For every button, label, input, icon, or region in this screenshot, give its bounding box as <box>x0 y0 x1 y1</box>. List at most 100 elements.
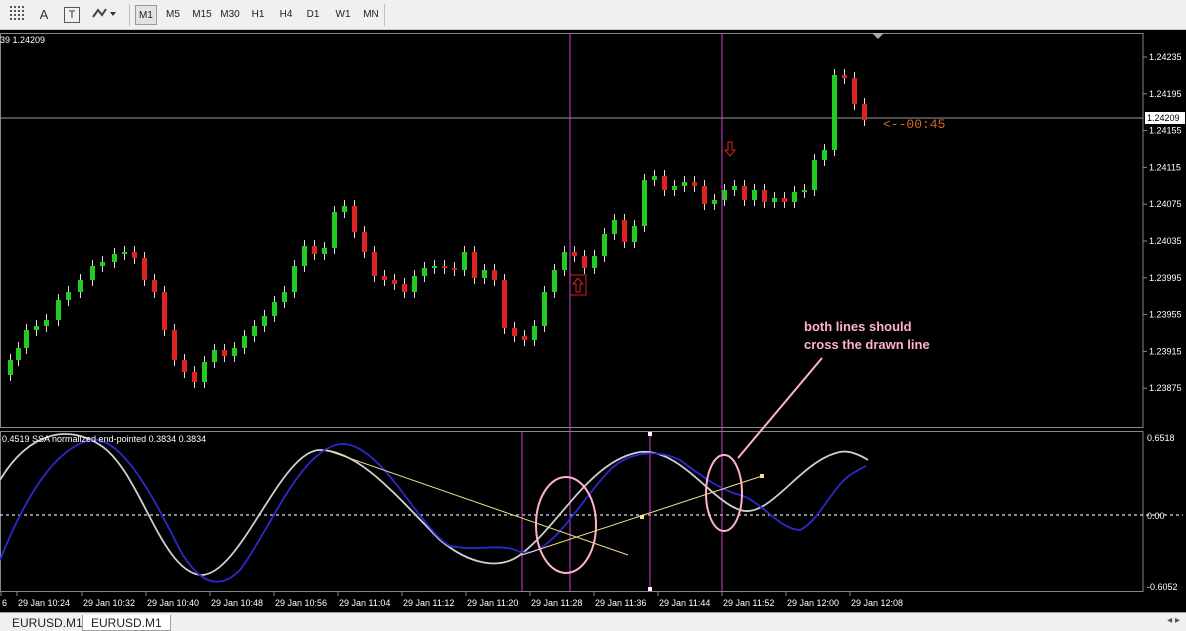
time-axis-label: 29 Jan 10:40 <box>147 598 199 608</box>
timeframe-m1-button[interactable]: M1 <box>135 5 157 25</box>
candle-body <box>78 280 83 292</box>
candle-body <box>422 268 427 276</box>
candle-body <box>382 276 387 280</box>
crosshair-grid-icon[interactable] <box>6 5 28 25</box>
candle-body <box>812 160 817 190</box>
chart-tab-2[interactable]: EURUSD.M1 <box>82 615 171 631</box>
candle-body <box>442 266 447 268</box>
candle-body <box>16 348 21 360</box>
time-axis-label: 29 Jan 11:52 <box>723 598 774 608</box>
trendline-handle <box>760 474 764 478</box>
candle-body <box>34 326 39 330</box>
candle-body <box>852 78 857 104</box>
toolbar-separator <box>384 4 385 26</box>
candle-body <box>262 316 267 326</box>
candle-body <box>362 232 367 252</box>
candle-body <box>742 186 747 200</box>
candle-body <box>752 190 757 200</box>
text-icon[interactable]: A <box>33 5 55 25</box>
chart-canvas[interactable]: 1.24235 1.24195 1.24155 1.24115 1.24075 1.240… <box>0 30 1186 612</box>
candle-body <box>342 206 347 212</box>
candle-body <box>432 266 437 268</box>
candle-body <box>522 336 527 340</box>
time-axis-label: 29 Jan 12:00 <box>787 598 839 608</box>
candle-body <box>692 182 697 186</box>
tab-scroll-arrows[interactable]: ◂ ▸ <box>1167 615 1180 626</box>
candle-body <box>532 326 537 340</box>
toolbar-separator <box>129 4 130 26</box>
main-plot-border <box>0 33 1144 428</box>
time-axis-label: 29 Jan 11:36 <box>595 598 646 608</box>
chart-tab-1[interactable]: EURUSD.M1 <box>4 615 91 631</box>
candle-body <box>512 328 517 336</box>
indicator-plot-border <box>0 431 1144 592</box>
candle-body <box>402 284 407 292</box>
candle-body <box>412 276 417 292</box>
candle-body <box>152 280 157 292</box>
price-axis-label: 1.23915 <box>1149 346 1182 356</box>
time-axis-label: 29 Jan 12:08 <box>851 598 903 608</box>
candle-body <box>24 330 29 348</box>
time-axis-label: 29 Jan 10:56 <box>275 598 327 608</box>
candle-body <box>582 256 587 268</box>
timeframe-m15-button[interactable]: M15 <box>190 5 214 25</box>
candle-body <box>862 104 867 120</box>
price-axis-label: 1.24115 <box>1149 162 1181 172</box>
bar-countdown: <--00:45 <box>883 117 946 132</box>
candle-body <box>562 252 567 270</box>
text-label-icon[interactable]: T <box>61 5 83 25</box>
candle-body <box>142 258 147 280</box>
annotation-pointer-line <box>737 357 823 459</box>
chart-tab-bar: EURUSD.M1 EURUSD.M1 ◂ ▸ <box>0 612 1186 631</box>
annotation-line-2: cross the drawn line <box>804 337 930 352</box>
candle-body <box>302 246 307 266</box>
candle-body <box>56 300 61 320</box>
time-axis-label: 29 Jan 11:28 <box>531 598 582 608</box>
indicator-axis-zero: 0.00 <box>1147 511 1165 521</box>
timeframe-w1-button[interactable]: W1 <box>332 5 354 25</box>
candle-body <box>762 190 767 202</box>
candle-body <box>802 190 807 192</box>
ssa-blue-line <box>0 438 867 583</box>
time-axis-label: 29 Jan 11:12 <box>403 598 454 608</box>
candle-body <box>372 252 377 276</box>
candle-body <box>272 302 277 316</box>
candle-body <box>732 186 737 190</box>
candle-body <box>542 292 547 326</box>
time-axis-label: 29 Jan 11:04 <box>339 598 390 608</box>
timeframe-h4-button[interactable]: H4 <box>276 5 296 25</box>
candle-body <box>712 200 717 204</box>
time-axis-label: 29 Jan 11:20 <box>467 598 518 608</box>
candle-body <box>602 234 607 256</box>
candle-body <box>8 360 13 375</box>
timeframe-h1-button[interactable]: H1 <box>249 5 267 25</box>
candle-body <box>66 292 71 300</box>
annotation-line-1: both lines should <box>804 319 912 334</box>
chart-area[interactable]: 1.24235 1.24195 1.24155 1.24115 1.24075 1.240… <box>0 30 1186 612</box>
candle-body <box>612 220 617 234</box>
price-axis-label: 1.24155 <box>1149 126 1182 136</box>
indicator-axis-bottom: -0.6052 <box>1147 582 1178 592</box>
timeframe-m5-button[interactable]: M5 <box>162 5 184 25</box>
candle-body <box>842 75 847 78</box>
price-axis-label: 1.24235 <box>1149 52 1182 62</box>
shift-marker-icon <box>872 33 884 39</box>
trendline-handle <box>640 515 644 519</box>
candle-body <box>332 212 337 248</box>
shapes-icon[interactable] <box>90 5 118 25</box>
candle-body <box>452 268 457 270</box>
price-axis-label: 1.24195 <box>1149 89 1182 99</box>
candle-body <box>632 226 637 242</box>
timeframe-m30-button[interactable]: M30 <box>219 5 241 25</box>
candle-body <box>672 186 677 190</box>
ssa-gray-line <box>0 433 869 576</box>
timeframe-mn-button[interactable]: MN <box>360 5 382 25</box>
candle-body <box>502 280 507 328</box>
timeframe-d1-button[interactable]: D1 <box>304 5 322 25</box>
candle-body <box>192 372 197 382</box>
candle-body <box>572 252 577 256</box>
time-axis-label: 6 <box>2 598 7 608</box>
candle-body <box>90 266 95 280</box>
candle-body <box>222 350 227 356</box>
candle-body <box>782 198 787 202</box>
